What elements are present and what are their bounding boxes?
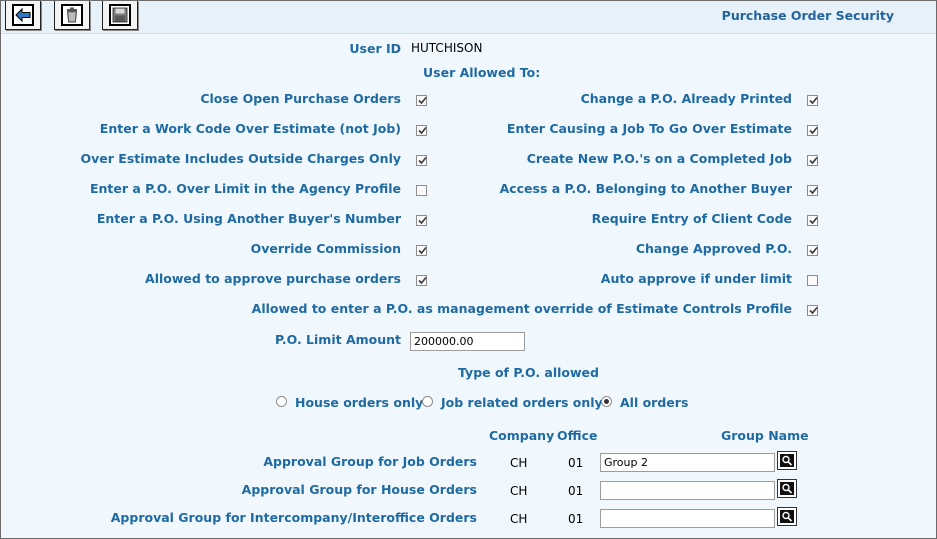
radio-job-related-orders-only[interactable]	[422, 396, 433, 407]
po-limit-input[interactable]	[410, 332, 525, 351]
approval-office-job-orders: 01	[568, 456, 584, 470]
checkmark-icon	[418, 276, 427, 285]
back-arrow-icon	[12, 4, 34, 26]
approval-office-intercompany-orders: 01	[568, 512, 584, 526]
checkmark-icon	[418, 246, 427, 255]
po-limit-label: P.O. Limit Amount	[274, 332, 401, 347]
user-allowed-label: User Allowed To:	[423, 65, 541, 80]
checkmark-icon	[418, 156, 427, 165]
lookup-icon	[780, 454, 794, 467]
perm-label-auto-approve: Auto approve if under limit	[600, 271, 792, 286]
delete-button[interactable]	[54, 1, 90, 30]
perm-checkbox-client-code[interactable]	[807, 215, 818, 226]
checkmark-icon	[809, 156, 818, 165]
checkmark-icon	[809, 96, 818, 105]
checkmark-icon	[809, 126, 818, 135]
perm-checkbox-work-code-over-estimate[interactable]	[416, 125, 427, 136]
checkmark-icon	[809, 306, 818, 315]
perm-checkbox-po-completed-job[interactable]	[807, 155, 818, 166]
save-button[interactable]	[102, 1, 138, 30]
perm-label-po-completed-job: Create New P.O.'s on a Completed Job	[526, 151, 792, 166]
page-title: Purchase Order Security	[721, 8, 894, 23]
perm-checkbox-override-commission[interactable]	[416, 245, 427, 256]
perm-label-another-buyer-number: Enter a P.O. Using Another Buyer's Numbe…	[96, 211, 401, 226]
header-group-name: Group Name	[721, 428, 809, 443]
approval-lookup-button-house-orders[interactable]	[777, 479, 797, 498]
perm-label-change-approved-po: Change Approved P.O.	[635, 241, 792, 256]
radio-label-all-orders: All orders	[620, 395, 689, 410]
back-button[interactable]	[5, 1, 41, 30]
approval-office-house-orders: 01	[568, 484, 584, 498]
management-override-checkbox[interactable]	[807, 305, 818, 316]
perm-label-override-commission: Override Commission	[250, 241, 401, 256]
perm-checkbox-auto-approve[interactable]	[807, 275, 818, 286]
perm-checkbox-over-limit-agency[interactable]	[416, 185, 427, 196]
perm-label-job-over-estimate: Enter Causing a Job To Go Over Estimate	[506, 121, 792, 136]
approval-lookup-button-job-orders[interactable]	[777, 451, 797, 470]
user-id-label: User ID	[349, 41, 401, 56]
approval-group-input-house-orders[interactable]	[600, 481, 775, 500]
approval-group-input-intercompany-orders[interactable]	[600, 509, 775, 528]
approval-lookup-button-intercompany-orders[interactable]	[777, 507, 797, 526]
lookup-icon	[780, 482, 794, 495]
checkmark-icon	[809, 216, 818, 225]
checkmark-icon	[809, 186, 818, 195]
approval-label-intercompany-orders: Approval Group for Intercompany/Interoff…	[110, 510, 477, 525]
user-id-value: HUTCHISON	[411, 41, 483, 55]
management-override-label: Allowed to enter a P.O. as management ov…	[251, 301, 792, 316]
radio-house-orders-only[interactable]	[276, 396, 287, 407]
approval-label-house-orders: Approval Group for House Orders	[241, 482, 477, 497]
perm-checkbox-another-buyer-number[interactable]	[416, 215, 427, 226]
checkmark-icon	[809, 246, 818, 255]
approval-group-input-job-orders[interactable]	[600, 453, 775, 472]
perm-checkbox-access-another-buyer[interactable]	[807, 185, 818, 196]
perm-checkbox-change-printed-po[interactable]	[807, 95, 818, 106]
approval-company-house-orders: CH	[510, 484, 528, 498]
header-office: Office	[557, 428, 598, 443]
header-company: Company	[489, 428, 555, 443]
checkmark-icon	[418, 96, 427, 105]
radio-selected-dot	[604, 399, 609, 404]
perm-checkbox-close-open-po[interactable]	[416, 95, 427, 106]
radio-all-orders[interactable]	[601, 396, 612, 407]
lookup-icon	[780, 510, 794, 523]
perm-label-access-another-buyer: Access a P.O. Belonging to Another Buyer	[499, 181, 792, 196]
perm-label-client-code: Require Entry of Client Code	[591, 211, 792, 226]
perm-checkbox-outside-charges-only[interactable]	[416, 155, 427, 166]
approval-label-job-orders: Approval Group for Job Orders	[263, 454, 477, 469]
po-type-label: Type of P.O. allowed	[458, 365, 599, 380]
checkmark-icon	[418, 126, 427, 135]
perm-checkbox-change-approved-po[interactable]	[807, 245, 818, 256]
trash-icon	[61, 4, 83, 26]
save-icon	[109, 4, 131, 26]
approval-company-intercompany-orders: CH	[510, 512, 528, 526]
perm-label-close-open-po: Close Open Purchase Orders	[200, 91, 401, 106]
radio-label-house-orders-only: House orders only	[295, 395, 424, 410]
perm-label-over-limit-agency: Enter a P.O. Over Limit in the Agency Pr…	[89, 181, 401, 196]
approval-company-job-orders: CH	[510, 456, 528, 470]
toolbar: Purchase Order Security	[1, 1, 936, 34]
perm-checkbox-job-over-estimate[interactable]	[807, 125, 818, 136]
perm-checkbox-approve-po[interactable]	[416, 275, 427, 286]
perm-label-outside-charges-only: Over Estimate Includes Outside Charges O…	[80, 151, 401, 166]
perm-label-change-printed-po: Change a P.O. Already Printed	[580, 91, 792, 106]
perm-label-approve-po: Allowed to approve purchase orders	[145, 271, 401, 286]
po-security-window: Purchase Order Security User ID HUTCHISO…	[0, 0, 937, 539]
radio-label-job-related-orders-only: Job related orders only	[441, 395, 603, 410]
checkmark-icon	[418, 216, 427, 225]
perm-label-work-code-over-estimate: Enter a Work Code Over Estimate (not Job…	[99, 121, 401, 136]
